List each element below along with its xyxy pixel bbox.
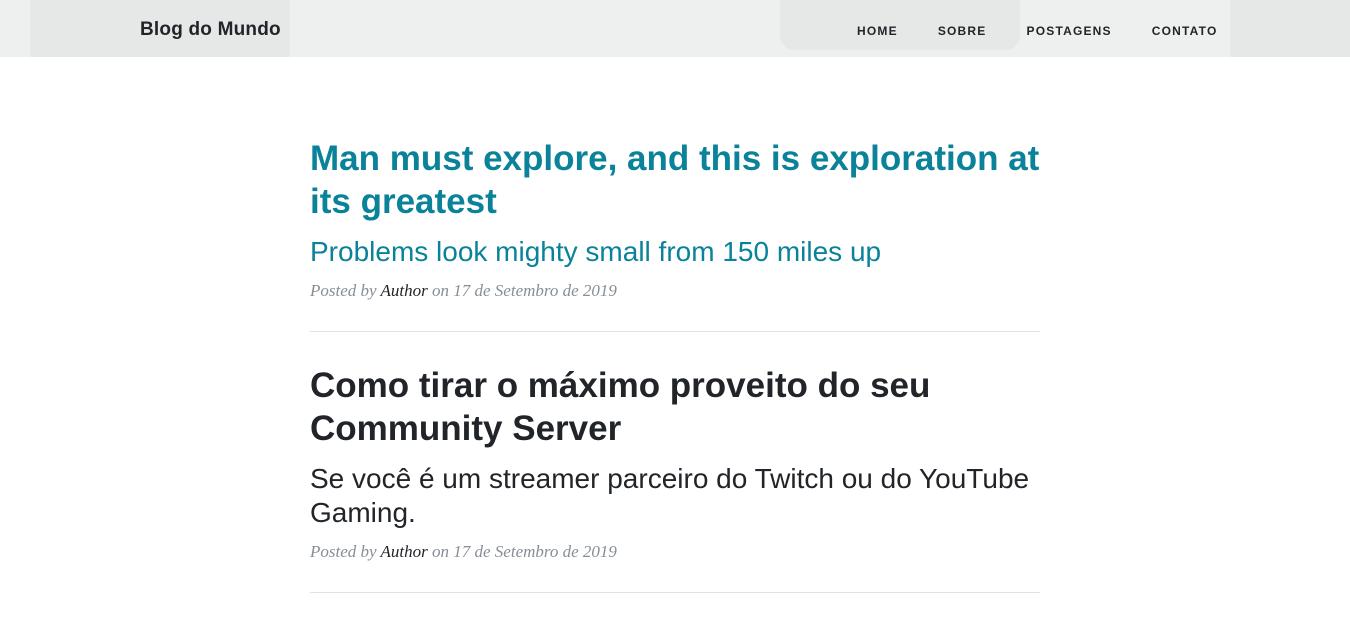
brand-logo-link[interactable]: Blog do Mundo (140, 19, 281, 41)
post-divider (310, 592, 1040, 593)
post-author-link[interactable]: Author (381, 542, 428, 561)
post-meta-date: on 17 de Setembro de 2019 (432, 542, 617, 561)
post-meta-prefix: Posted by (310, 281, 377, 300)
post-subtitle[interactable]: Problems look mighty small from 150 mile… (310, 235, 1040, 269)
nav-link-home[interactable]: Home (857, 24, 898, 38)
nav-links: Home Sobre Postagens Contato (857, 24, 1258, 38)
post-author-link[interactable]: Author (381, 281, 428, 300)
post-title-link[interactable]: Man must explore, and this is exploratio… (310, 137, 1040, 223)
post-divider (310, 331, 1040, 332)
nav-link-postagens[interactable]: Postagens (1027, 24, 1112, 38)
post-title-link[interactable]: Como tirar o máximo proveito do seu Comm… (310, 364, 1040, 450)
post-meta: Posted by Author on 17 de Setembro de 20… (310, 542, 1040, 562)
post-meta: Posted by Author on 17 de Setembro de 20… (310, 281, 1040, 301)
post-subtitle[interactable]: Se você é um streamer parceiro do Twitch… (310, 462, 1040, 530)
top-navbar: Blog do Mundo Home Sobre Postagens Conta… (0, 0, 1350, 57)
nav-link-sobre[interactable]: Sobre (938, 24, 987, 38)
nav-link-contato[interactable]: Contato (1152, 24, 1218, 38)
post-preview[interactable]: Como tirar o máximo proveito do seu Comm… (310, 364, 1040, 562)
post-preview[interactable]: Man must explore, and this is exploratio… (310, 137, 1040, 301)
post-meta-prefix: Posted by (310, 542, 377, 561)
post-meta-date: on 17 de Setembro de 2019 (432, 281, 617, 300)
post-list: Man must explore, and this is exploratio… (310, 137, 1040, 625)
